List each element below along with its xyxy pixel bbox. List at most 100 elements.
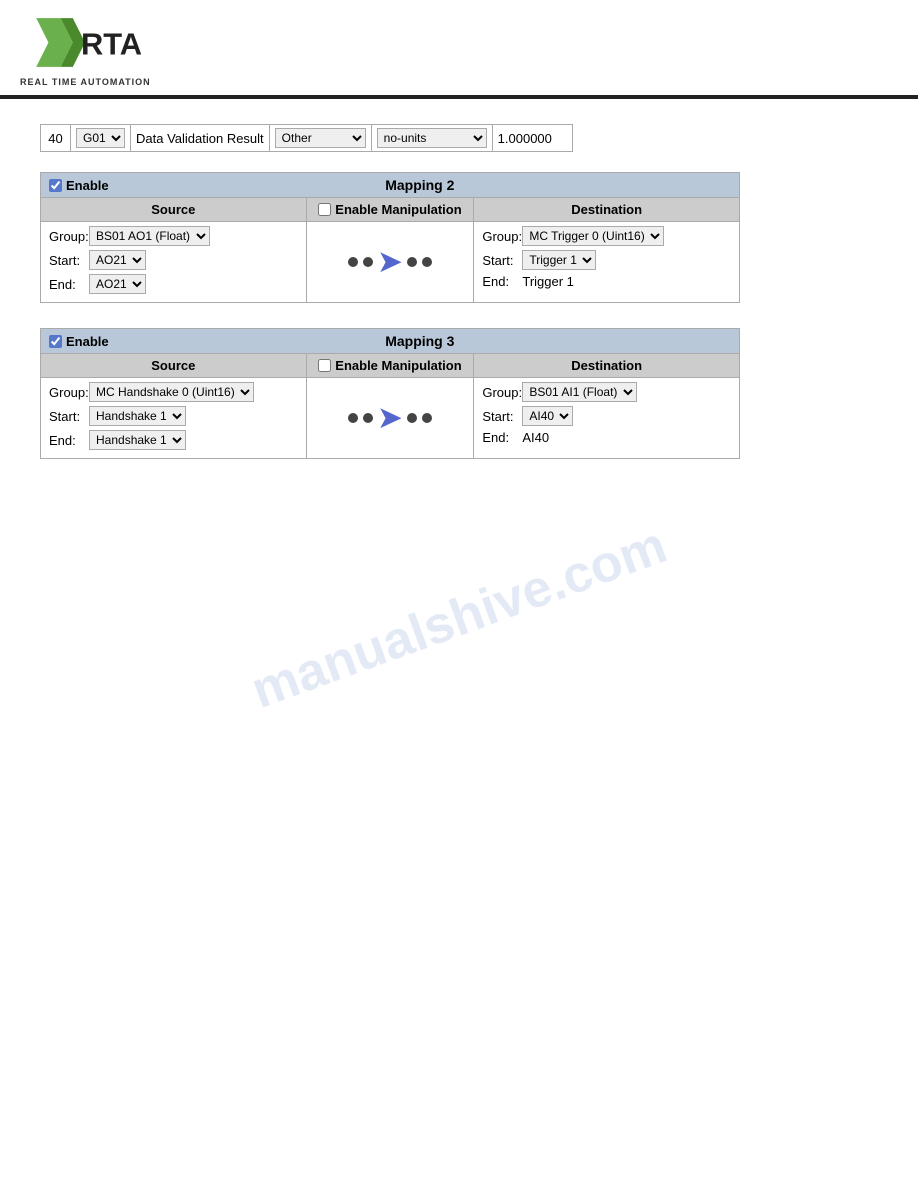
mapping-2-enable-label: Enable (66, 178, 109, 193)
mapping-2-enable-checkbox[interactable] (49, 179, 62, 192)
logo-container: RTA REAL TIME AUTOMATION (20, 10, 151, 87)
dest-start-row: Start: Trigger 1 (482, 250, 731, 270)
destination-header: Destination (474, 198, 740, 222)
mapping-3-enable-checkbox[interactable] (49, 335, 62, 348)
mapping-3-subheader: Source Enable Manipulation Destination (41, 354, 740, 378)
dest3-group-label: Group: (482, 385, 522, 400)
dot3-3 (407, 413, 417, 423)
dest-end-label: End: (482, 274, 522, 289)
dot-4 (422, 257, 432, 267)
svg-text:RTA: RTA (81, 27, 142, 62)
arrow-icon-3: ➤ (378, 404, 401, 432)
source3-start-select[interactable]: Handshake 1 (89, 406, 186, 426)
units-cell[interactable]: no-units units (371, 125, 492, 152)
mapping-2-table: Enable Mapping 2 Source Enable Manipulat… (40, 172, 740, 303)
source3-group-row: Group: MC Handshake 0 (Uint16) (49, 382, 298, 402)
mapping-3-arrow-cell: ➤ (306, 378, 474, 459)
units-select[interactable]: no-units units (377, 128, 487, 148)
mapping-2-data-row: Group: BS01 AO1 (Float) Start: AO21 End: (41, 222, 740, 303)
mapping-3-table: Enable Mapping 3 Source Enable Manipulat… (40, 328, 740, 459)
dest3-end-value: AI40 (522, 430, 549, 445)
dest-group-row: Group: MC Trigger 0 (Uint16) (482, 226, 731, 246)
dest3-start-label: Start: (482, 409, 522, 424)
mapping-3-title: Mapping 3 (109, 333, 731, 349)
watermark: manualshive.com (244, 515, 675, 721)
dest3-end-row: End: AI40 (482, 430, 731, 445)
data-validation-label: Data Validation Result (136, 131, 264, 146)
mapping-2-section: Enable Mapping 2 Source Enable Manipulat… (40, 172, 878, 303)
dest-end-value: Trigger 1 (522, 274, 574, 289)
source-header: Source (41, 198, 307, 222)
mapping-3-enable-container[interactable]: Enable (49, 334, 109, 349)
manipulation-label-3: Enable Manipulation (335, 358, 461, 373)
source-group-label: Group: (49, 229, 89, 244)
mapping-2-title: Mapping 2 (109, 177, 731, 193)
mapping-2-manipulation-checkbox[interactable] (318, 203, 331, 216)
arrow-dots-3: ➤ (315, 404, 466, 432)
dest-start-select[interactable]: Trigger 1 (522, 250, 596, 270)
enable-manipulation-header-3[interactable]: Enable Manipulation (306, 354, 474, 378)
arrow-icon: ➤ (378, 248, 401, 276)
dest3-start-row: Start: AI40 (482, 406, 731, 426)
source-start-row: Start: AO21 (49, 250, 298, 270)
dot-2 (363, 257, 373, 267)
mapping-3-header-row: Enable Mapping 3 (41, 329, 740, 354)
source-end-label: End: (49, 277, 89, 292)
row-number: 40 (41, 125, 71, 152)
row-40-table: 40 G01 G02 Data Validation Result Other … (40, 124, 573, 152)
dot3-4 (422, 413, 432, 423)
dest3-group-row: Group: BS01 AI1 (Float) (482, 382, 731, 402)
mapping-2-dest-cell: Group: MC Trigger 0 (Uint16) Start: Trig… (474, 222, 740, 303)
logo-tagline: REAL TIME AUTOMATION (20, 77, 151, 87)
dot-3 (407, 257, 417, 267)
mapping-3-manipulation-checkbox[interactable] (318, 359, 331, 372)
source3-group-select[interactable]: MC Handshake 0 (Uint16) (89, 382, 254, 402)
mapping-2-header-row: Enable Mapping 2 (41, 173, 740, 198)
source3-end-select[interactable]: Handshake 1 (89, 430, 186, 450)
dest-start-label: Start: (482, 253, 522, 268)
mapping-3-dest-cell: Group: BS01 AI1 (Float) Start: AI40 End: (474, 378, 740, 459)
source-group-select[interactable]: BS01 AO1 (Float) (89, 226, 210, 246)
dest-end-row: End: Trigger 1 (482, 274, 731, 289)
dest3-start-select[interactable]: AI40 (522, 406, 573, 426)
dest-group-select[interactable]: MC Trigger 0 (Uint16) (522, 226, 664, 246)
dot3-1 (348, 413, 358, 423)
source3-start-row: Start: Handshake 1 (49, 406, 298, 426)
dot-1 (348, 257, 358, 267)
page-header: RTA REAL TIME AUTOMATION (0, 0, 918, 99)
mapping-2-arrow-cell: ➤ (306, 222, 474, 303)
label-cell: Data Validation Result (131, 125, 270, 152)
rta-logo: RTA (20, 10, 150, 75)
mapping-2-source-cell: Group: BS01 AO1 (Float) Start: AO21 End: (41, 222, 307, 303)
source3-start-label: Start: (49, 409, 89, 424)
source-end-row: End: AO21 (49, 274, 298, 294)
source-start-label: Start: (49, 253, 89, 268)
source-group-row: Group: BS01 AO1 (Float) (49, 226, 298, 246)
arrow-dots: ➤ (315, 248, 466, 276)
dot3-2 (363, 413, 373, 423)
source3-end-row: End: Handshake 1 (49, 430, 298, 450)
source3-group-label: Group: (49, 385, 89, 400)
source-start-select[interactable]: AO21 (89, 250, 146, 270)
value-cell: 1.000000 (492, 125, 572, 152)
mapping-2-enable-container[interactable]: Enable (49, 178, 109, 193)
type-cell[interactable]: Other Engineering Raw (269, 125, 371, 152)
dest-group-label: Group: (482, 229, 522, 244)
dest3-group-select[interactable]: BS01 AI1 (Float) (522, 382, 637, 402)
source-header-3: Source (41, 354, 307, 378)
mapping-3-enable-label: Enable (66, 334, 109, 349)
group-select[interactable]: G01 G02 (76, 128, 125, 148)
dest3-end-label: End: (482, 430, 522, 445)
mapping-3-section: Enable Mapping 3 Source Enable Manipulat… (40, 328, 878, 459)
manipulation-label: Enable Manipulation (335, 202, 461, 217)
group-cell[interactable]: G01 G02 (71, 125, 131, 152)
mapping-3-source-cell: Group: MC Handshake 0 (Uint16) Start: Ha… (41, 378, 307, 459)
destination-header-3: Destination (474, 354, 740, 378)
type-select[interactable]: Other Engineering Raw (275, 128, 366, 148)
source-end-select[interactable]: AO21 (89, 274, 146, 294)
enable-manipulation-header[interactable]: Enable Manipulation (306, 198, 474, 222)
row-value: 1.000000 (498, 131, 552, 146)
mapping-2-subheader: Source Enable Manipulation Destination (41, 198, 740, 222)
mapping-3-data-row: Group: MC Handshake 0 (Uint16) Start: Ha… (41, 378, 740, 459)
source3-end-label: End: (49, 433, 89, 448)
